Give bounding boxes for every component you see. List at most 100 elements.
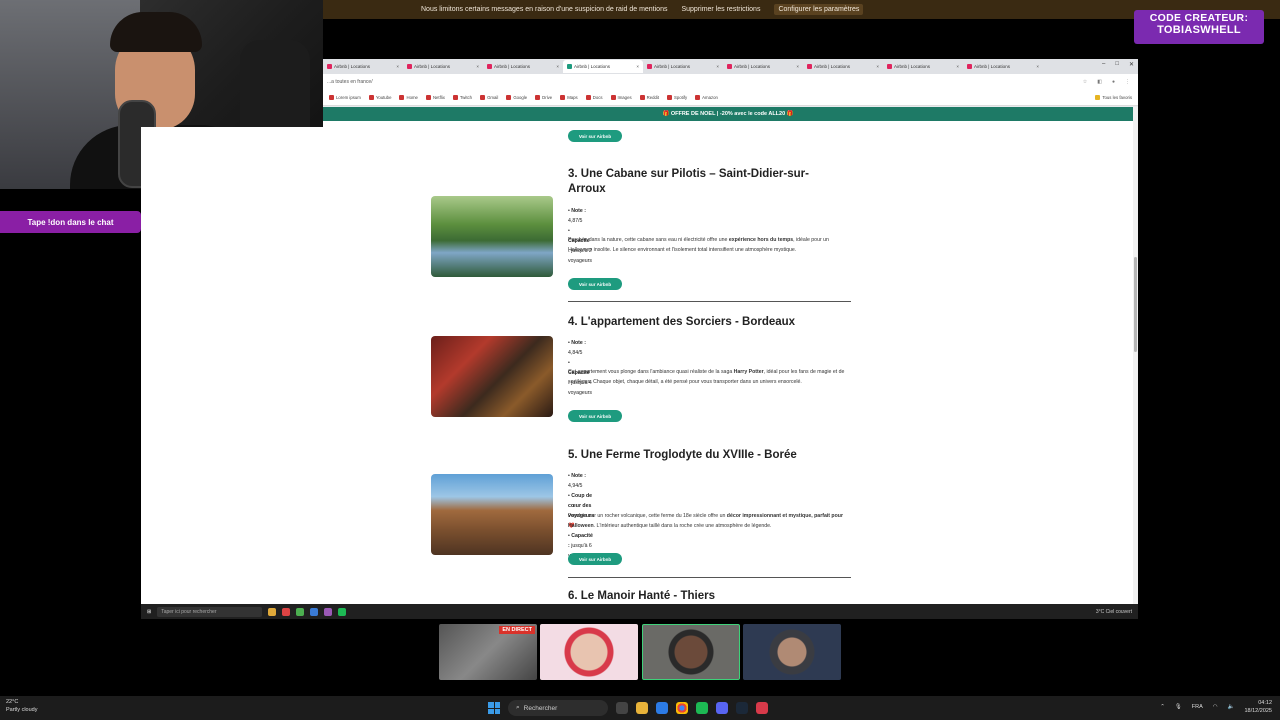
browser-tab-active[interactable]: Airbnb | Locations ×: [563, 60, 643, 73]
extensions-icon[interactable]: ◧: [1097, 79, 1102, 85]
configure-settings-button[interactable]: Configurer les paramètres: [774, 4, 864, 15]
listing-photo: [431, 196, 553, 277]
see-on-airbnb-button[interactable]: Voir sur Airbnb: [568, 553, 622, 565]
weather-widget[interactable]: 22°C Partly cloudy: [6, 698, 38, 714]
bookmark-item[interactable]: Home: [399, 95, 418, 100]
browser-tab[interactable]: Airbnb | Locations ×: [803, 60, 883, 73]
creator-code-value: TOBIASWHELL: [1157, 24, 1241, 36]
store-icon[interactable]: [656, 702, 668, 714]
address-bar[interactable]: ...a toutes en france/ ☆ ◧ ● ⋮: [323, 74, 1138, 90]
captured-tray: 3°C Ciel couvert: [1096, 609, 1138, 615]
see-on-airbnb-button[interactable]: Voir sur Airbnb: [568, 410, 622, 422]
steam-icon[interactable]: [736, 702, 748, 714]
bookmark-item[interactable]: Netflix: [425, 95, 445, 100]
browser-tab[interactable]: Airbnb | Locations ×: [883, 60, 963, 73]
bookmark-item[interactable]: Google: [506, 95, 527, 100]
scrollbar-thumb[interactable]: [1134, 257, 1137, 352]
close-tab-icon[interactable]: ×: [796, 64, 799, 69]
close-tab-icon[interactable]: ×: [636, 64, 639, 69]
bookmark-item[interactable]: Reddit: [639, 95, 659, 100]
captured-taskbar: ⊞ Taper ici pour rechercher 3°C Ciel cou…: [141, 604, 1138, 619]
listing-title: 4. L'appartement des Sorciers - Bordeaux: [568, 316, 796, 328]
bookmark-item[interactable]: Images: [610, 95, 632, 100]
app-icon[interactable]: [310, 607, 319, 616]
bookmark-folder[interactable]: Tous les favoris: [1095, 95, 1138, 100]
site-favicon-icon: [567, 64, 572, 69]
airbnb-favicon-icon: [407, 64, 412, 69]
taskbar-search[interactable]: ⌕ Rechercher: [508, 700, 608, 716]
menu-icon[interactable]: ⋮: [1125, 79, 1130, 85]
app-icon[interactable]: [324, 607, 333, 616]
url-text[interactable]: ...a toutes en france/: [327, 79, 373, 85]
clock[interactable]: 04:12 18/12/2025: [1244, 699, 1272, 715]
bookmark-item[interactable]: Maps: [560, 95, 578, 100]
bookmark-item[interactable]: Twitch: [452, 95, 472, 100]
airbnb-favicon-icon: [647, 64, 652, 69]
windows-icon[interactable]: ⊞: [147, 609, 151, 615]
wifi-icon[interactable]: ◠: [1213, 704, 1218, 710]
bookmark-item[interactable]: Drive: [535, 95, 552, 100]
profile-icon[interactable]: ●: [1112, 79, 1115, 85]
browser-tab[interactable]: Airbnb | Locations ×: [723, 60, 803, 73]
browser-tab[interactable]: Airbnb | Locations ×: [643, 60, 723, 73]
remove-restrictions-button[interactable]: Supprimer les restrictions: [677, 4, 764, 15]
listing-photo: [431, 474, 553, 555]
stream-preview-thumbnail[interactable]: EN DIRECT: [439, 624, 537, 680]
live-badge: EN DIRECT: [499, 626, 535, 634]
app-icon[interactable]: [296, 607, 305, 616]
section-divider: [568, 301, 851, 302]
chrome-icon[interactable]: [676, 702, 688, 714]
minimize-icon[interactable]: –: [1102, 61, 1105, 68]
file-explorer-icon[interactable]: [636, 702, 648, 714]
guest-cam-thumbnail-active[interactable]: [642, 624, 740, 680]
close-tab-icon[interactable]: ×: [396, 64, 399, 69]
os-taskbar: 22°C Partly cloudy ⌕ Rechercher ⌃ 🎙 FRA ◠…: [0, 696, 1280, 720]
browser-tab[interactable]: Airbnb | Locations ×: [403, 60, 483, 73]
captured-weather: 3°C Ciel couvert: [1095, 608, 1132, 615]
star-icon[interactable]: ☆: [1083, 79, 1087, 85]
task-view-icon[interactable]: [616, 702, 628, 714]
bookmark-item[interactable]: Gmail: [480, 95, 498, 100]
close-tab-icon[interactable]: ×: [476, 64, 479, 69]
app-icon[interactable]: [756, 702, 768, 714]
bookmark-item[interactable]: Youtube: [368, 95, 391, 100]
close-tab-icon[interactable]: ×: [956, 64, 959, 69]
close-tab-icon[interactable]: ×: [556, 64, 559, 69]
page-scrollbar[interactable]: [1133, 107, 1138, 604]
app-icon[interactable]: [282, 607, 291, 616]
promo-banner: 🎁 OFFRE DE NOEL | -20% avec le code ALL2…: [323, 107, 1133, 121]
weather-desc: Partly cloudy: [6, 707, 38, 713]
see-on-airbnb-button[interactable]: Voir sur Airbnb: [568, 130, 622, 142]
start-icon[interactable]: [488, 702, 500, 714]
system-tray: ⌃ 🎙 FRA ◠ 🔈 04:12 18/12/2025: [1160, 699, 1272, 715]
airbnb-favicon-icon: [327, 64, 332, 69]
lang-indicator[interactable]: FRA: [1192, 704, 1203, 710]
browser-tab[interactable]: Airbnb | Locations ×: [323, 60, 403, 73]
article-page: Voir sur Airbnb 3. Une Cabane sur Piloti…: [141, 127, 1133, 604]
see-on-airbnb-button[interactable]: Voir sur Airbnb: [568, 278, 622, 290]
guest-cam-thumbnail[interactable]: [743, 624, 841, 680]
folder-icon[interactable]: [268, 607, 277, 616]
bookmark-item[interactable]: Docs: [585, 95, 603, 100]
bookmark-item[interactable]: Amazon: [695, 95, 718, 100]
spotify-icon[interactable]: [696, 702, 708, 714]
airbnb-favicon-icon: [967, 64, 972, 69]
browser-tab[interactable]: Airbnb | Locations ×: [963, 60, 1043, 73]
discord-icon[interactable]: [716, 702, 728, 714]
listing-title: 3. Une Cabane sur Pilotis – Saint-Didier…: [568, 168, 809, 195]
close-tab-icon[interactable]: ×: [1036, 64, 1039, 69]
close-window-icon[interactable]: ✕: [1129, 61, 1134, 68]
mic-icon[interactable]: 🎙: [1175, 704, 1182, 710]
chevron-up-icon[interactable]: ⌃: [1160, 704, 1165, 710]
close-tab-icon[interactable]: ×: [876, 64, 879, 69]
bookmark-item[interactable]: Lorem ipsum: [329, 95, 361, 100]
maximize-icon[interactable]: □: [1115, 61, 1119, 68]
close-tab-icon[interactable]: ×: [716, 64, 719, 69]
browser-tab[interactable]: Airbnb | Locations ×: [483, 60, 563, 73]
guest-cam-thumbnail[interactable]: [540, 624, 638, 680]
captured-search-box[interactable]: Taper ici pour rechercher: [157, 606, 263, 617]
bookmark-item[interactable]: Spotify: [667, 95, 687, 100]
toolbar-icons: ☆ ◧ ● ⋮: [1083, 79, 1138, 85]
volume-icon[interactable]: 🔈: [1228, 704, 1235, 710]
spotify-icon[interactable]: [338, 607, 347, 616]
